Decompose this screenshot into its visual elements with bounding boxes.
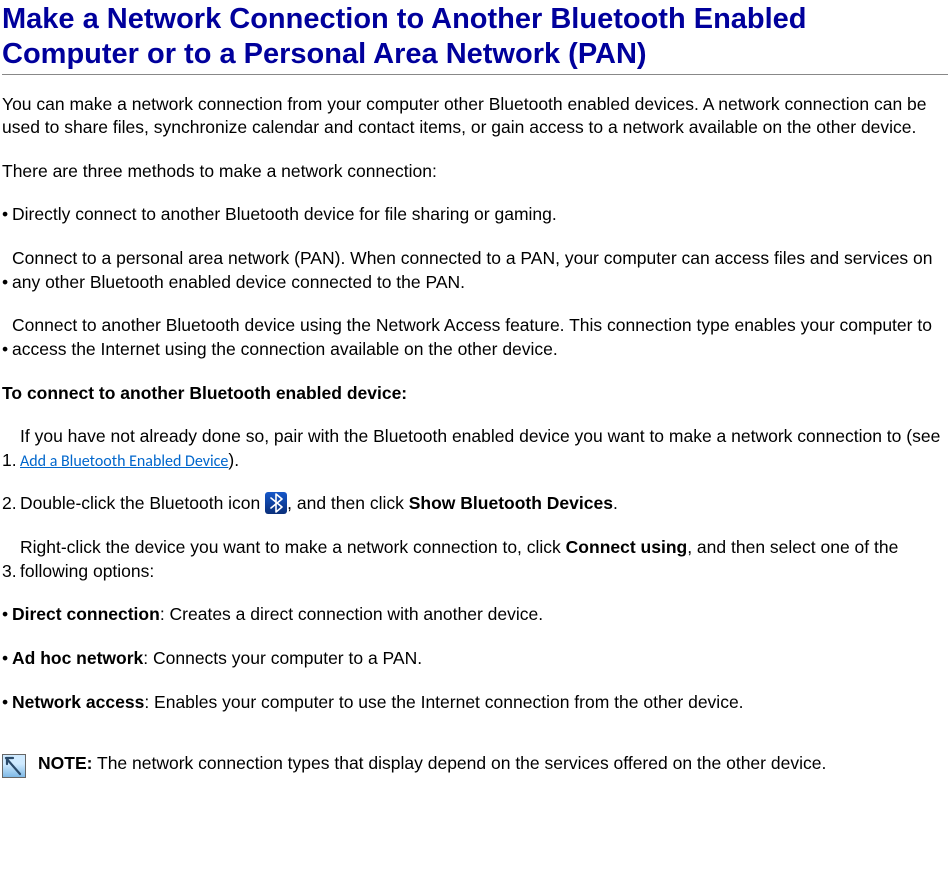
option-text: : Enables your computer to use the Inter… [144, 692, 743, 712]
add-device-link[interactable]: Add a Bluetooth Enabled Device [20, 452, 228, 471]
step-text: , and then click [287, 493, 409, 513]
method-text: Connect to a personal area network (PAN)… [12, 247, 948, 294]
option-label: Ad hoc network [12, 648, 143, 668]
bullet-marker: • [2, 691, 12, 715]
method-item-3: • Connect to another Bluetooth device us… [2, 314, 948, 361]
method-item-1: • Directly connect to another Bluetooth … [2, 203, 948, 227]
note-label: NOTE: [38, 753, 92, 773]
step-3: 3. Right-click the device you want to ma… [2, 536, 948, 583]
bullet-marker: • [2, 338, 12, 362]
step-number: 3. [2, 560, 20, 584]
bullet-marker: • [2, 603, 12, 627]
intro-paragraph-2: There are three methods to make a networ… [2, 160, 948, 184]
intro-paragraph-1: You can make a network connection from y… [2, 93, 948, 140]
step-text: If you have not already done so, pair wi… [20, 426, 940, 446]
note-text-content: The network connection types that displa… [92, 753, 826, 773]
bullet-marker: • [2, 203, 12, 227]
method-text: Directly connect to another Bluetooth de… [12, 203, 948, 227]
bullet-marker: • [2, 271, 12, 295]
option-text: : Connects your computer to a PAN. [143, 648, 422, 668]
option-item-1: • Direct connection: Creates a direct co… [2, 603, 948, 627]
option-text: : Creates a direct connection with anoth… [160, 604, 543, 624]
note-icon [2, 754, 26, 778]
step-number: 2. [2, 492, 20, 516]
method-text: Connect to another Bluetooth device usin… [12, 314, 948, 361]
steps-heading: To connect to another Bluetooth enabled … [2, 382, 948, 406]
option-item-2: • Ad hoc network: Connects your computer… [2, 647, 948, 671]
step-number: 1. [2, 449, 20, 473]
step-bold: Connect using [566, 537, 688, 557]
bluetooth-icon [265, 492, 287, 514]
step-1: 1. If you have not already done so, pair… [2, 425, 948, 472]
option-item-3: • Network access: Enables your computer … [2, 691, 948, 715]
step-text: Right-click the device you want to make … [20, 537, 566, 557]
step-bold: Show Bluetooth Devices [409, 493, 613, 513]
method-item-2: • Connect to a personal area network (PA… [2, 247, 948, 294]
note-block: NOTE: The network connection types that … [2, 752, 948, 778]
option-label: Network access [12, 692, 144, 712]
page-title: Make a Network Connection to Another Blu… [2, 2, 948, 75]
step-text: ). [228, 450, 239, 470]
option-label: Direct connection [12, 604, 160, 624]
bullet-marker: • [2, 647, 12, 671]
step-text: Double-click the Bluetooth icon [20, 493, 265, 513]
step-2: 2. Double-click the Bluetooth icon , and… [2, 492, 948, 516]
step-text: . [613, 493, 618, 513]
